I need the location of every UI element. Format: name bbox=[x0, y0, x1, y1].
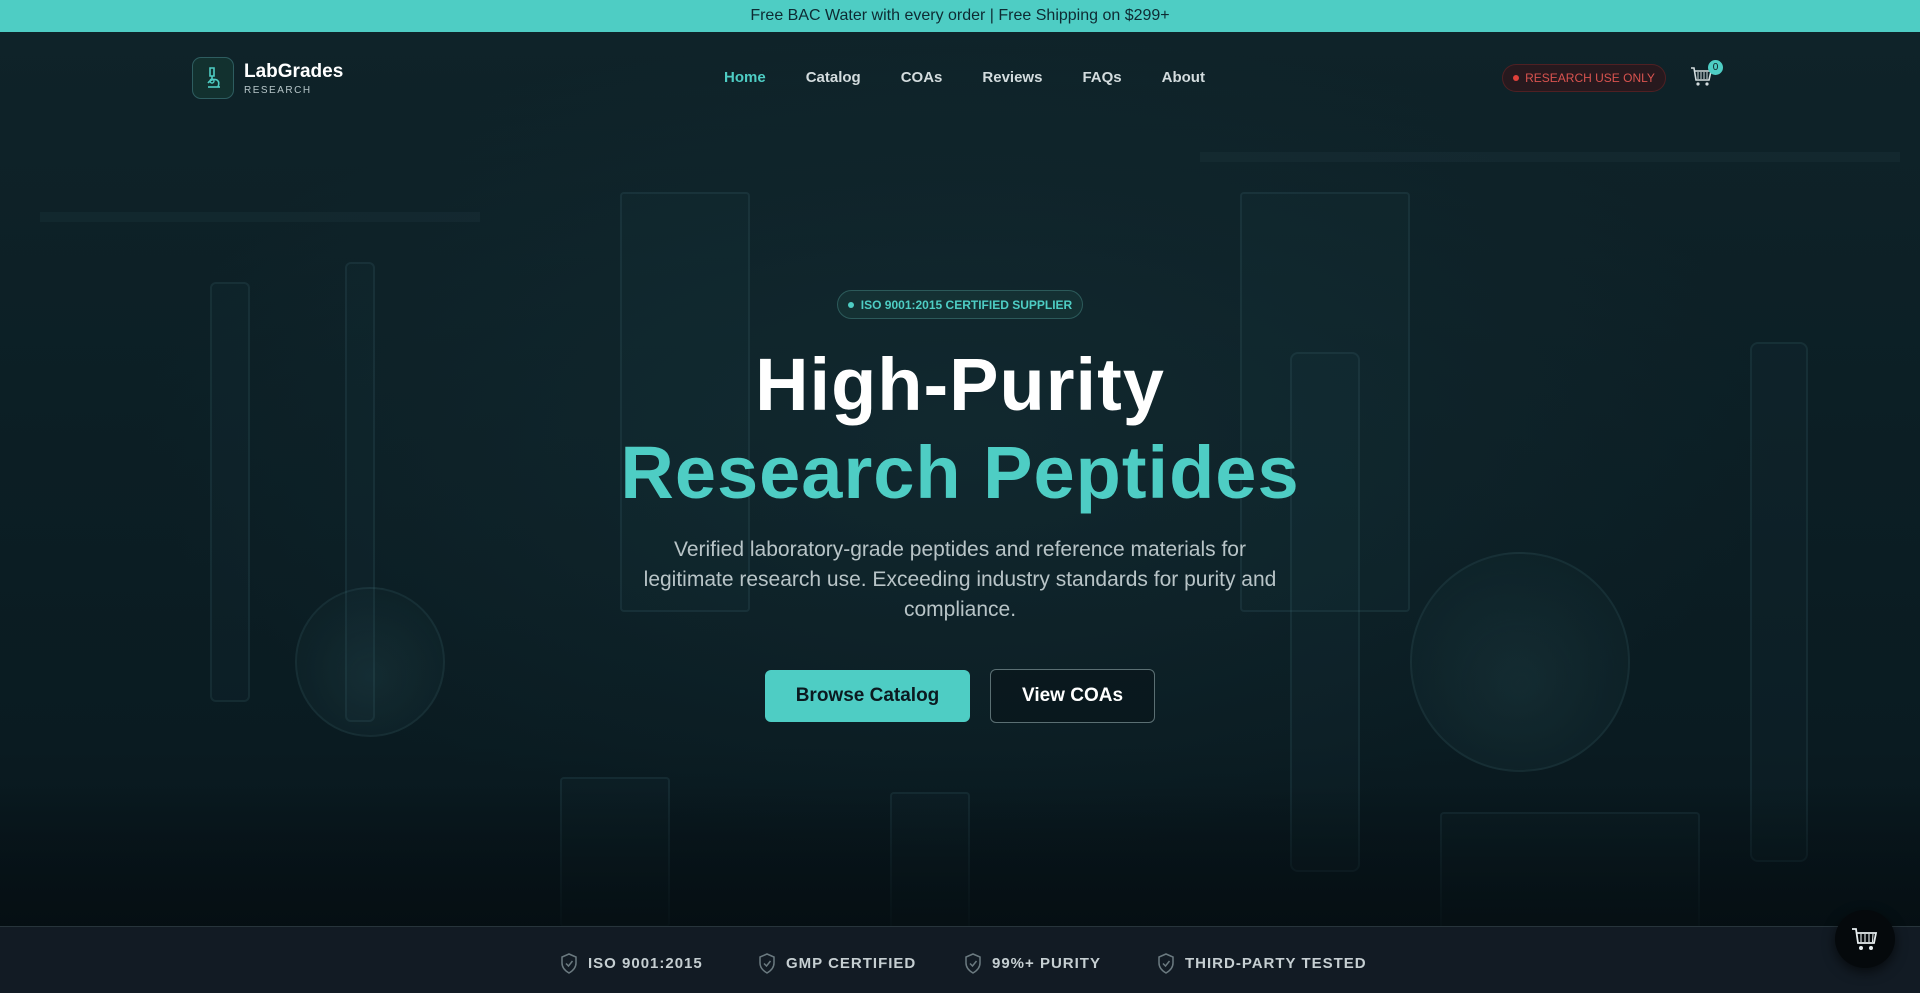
trust-badge-purity: 99%+ PURITY bbox=[964, 953, 1101, 974]
trust-badge-label: THIRD-PARTY TESTED bbox=[1185, 955, 1367, 972]
nav-home[interactable]: Home bbox=[724, 69, 766, 86]
brand-tagline: RESEARCH bbox=[244, 84, 312, 96]
trust-badges-bar: ISO 9001:2015 GMP CERTIFIED 99%+ PURITY … bbox=[0, 926, 1920, 993]
nav-about[interactable]: About bbox=[1162, 69, 1205, 86]
trust-badge-iso: ISO 9001:2015 bbox=[560, 953, 703, 974]
nav-coas[interactable]: COAs bbox=[901, 69, 943, 86]
trust-badge-label: ISO 9001:2015 bbox=[588, 955, 703, 972]
cart-icon bbox=[1852, 928, 1878, 950]
floating-cart-button[interactable] bbox=[1835, 910, 1895, 968]
warning-dot-icon bbox=[1513, 75, 1520, 81]
nav-catalog[interactable]: Catalog bbox=[806, 69, 861, 86]
nav-faqs[interactable]: FAQs bbox=[1082, 69, 1121, 86]
hero-title-line1: High-Purity bbox=[755, 343, 1165, 426]
certification-label: ISO 9001:2015 CERTIFIED SUPPLIER bbox=[860, 297, 1073, 312]
shield-check-icon bbox=[759, 953, 775, 974]
microscope-icon bbox=[192, 57, 234, 99]
cart-count-badge: 0 bbox=[1708, 60, 1723, 75]
trust-badge-gmp: GMP CERTIFIED bbox=[758, 953, 916, 974]
hero-title-line2: Research Peptides bbox=[620, 431, 1300, 514]
cart-button[interactable]: 0 bbox=[1690, 60, 1723, 94]
shield-check-icon bbox=[1158, 953, 1174, 974]
brand-name: LabGrades bbox=[244, 60, 344, 82]
shield-check-icon bbox=[561, 953, 577, 974]
announcement-text: Free BAC Water with every order | Free S… bbox=[750, 7, 1170, 24]
brand-logo[interactable]: LabGrades RESEARCH bbox=[192, 57, 343, 99]
trust-badge-tested: THIRD-PARTY TESTED bbox=[1157, 953, 1367, 974]
certification-pill: ISO 9001:2015 CERTIFIED SUPPLIER bbox=[837, 290, 1083, 319]
hero-description: Verified laboratory-grade peptides and r… bbox=[643, 538, 1277, 621]
main-nav: Home Catalog COAs Reviews FAQs About bbox=[724, 32, 1245, 122]
research-use-label: RESEARCH USE ONLY bbox=[1525, 71, 1655, 85]
view-coas-button[interactable]: View COAs bbox=[990, 669, 1155, 723]
top-navbar: LabGrades RESEARCH Home Catalog COAs Rev… bbox=[0, 32, 1920, 122]
research-use-badge: RESEARCH USE ONLY bbox=[1502, 64, 1666, 92]
nav-reviews[interactable]: Reviews bbox=[982, 69, 1042, 86]
announcement-bar: Free BAC Water with every order | Free S… bbox=[0, 0, 1920, 32]
trust-badge-label: GMP CERTIFIED bbox=[786, 955, 917, 972]
status-dot-icon bbox=[847, 301, 854, 308]
trust-badge-label: 99%+ PURITY bbox=[992, 955, 1101, 972]
browse-catalog-button[interactable]: Browse Catalog bbox=[765, 670, 970, 722]
shield-check-icon bbox=[965, 953, 981, 974]
